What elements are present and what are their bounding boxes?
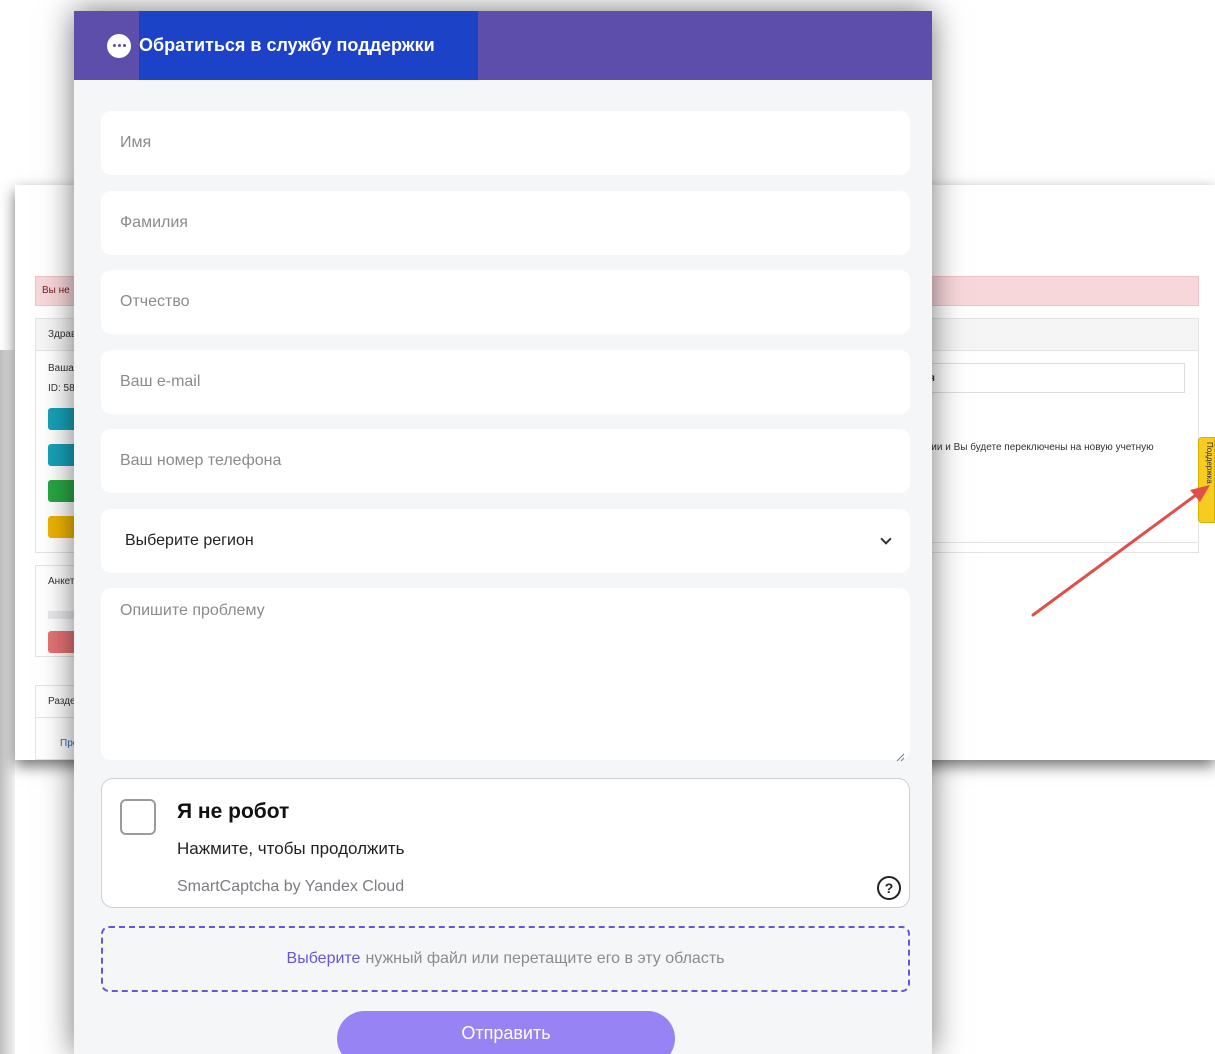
pointer-arrow-icon [1031, 485, 1210, 617]
email-input[interactable] [101, 350, 910, 414]
profile-line-1: Ваша [48, 363, 74, 374]
region-select-value: Выберите регион [125, 532, 254, 549]
bg-right-text: ации и Вы будете переключены на новую уч… [920, 442, 1154, 453]
dropzone-hint: нужный файл или перетащите его в эту обл… [365, 950, 725, 967]
last-name-input[interactable] [101, 191, 910, 255]
captcha-widget: Я не робот Нажмите, чтобы продолжить Sma… [101, 778, 910, 908]
first-name-input[interactable] [101, 111, 910, 175]
modal-title: Обратиться в службу поддержки [139, 35, 435, 55]
patronymic-input[interactable] [101, 270, 910, 334]
help-icon[interactable]: ? [877, 876, 901, 900]
captcha-subtitle: Нажмите, чтобы продолжить [177, 839, 405, 858]
captcha-checkbox[interactable] [120, 799, 156, 835]
resize-grip-icon[interactable] [895, 752, 905, 762]
region-select[interactable]: Выберите регион [101, 509, 910, 573]
modal-header: Обратиться в службу поддержки [74, 11, 932, 80]
screenshot-stage: Вы не Здрав Ваша ID: 587 Анкет Разде Пре… [0, 0, 1215, 1054]
captcha-brand: SmartCaptcha by Yandex Cloud [177, 878, 405, 895]
captcha-title: Я не робот [177, 800, 290, 823]
phone-input[interactable] [101, 429, 910, 493]
bg-right-box: я [920, 363, 1185, 393]
submit-button[interactable]: Отправить [337, 1011, 675, 1054]
chat-icon [107, 33, 131, 58]
choose-file-link[interactable]: Выберите [287, 950, 361, 968]
file-dropzone[interactable]: Выберите нужный файл или перетащите его … [101, 926, 910, 992]
problem-textarea[interactable] [101, 588, 910, 760]
chevron-down-icon [880, 533, 892, 545]
left-shadow [0, 350, 15, 1054]
modal-title-highlight: Обратиться в службу поддержки [74, 11, 478, 80]
support-modal: Обратиться в службу поддержки Выберите р… [74, 11, 932, 1054]
